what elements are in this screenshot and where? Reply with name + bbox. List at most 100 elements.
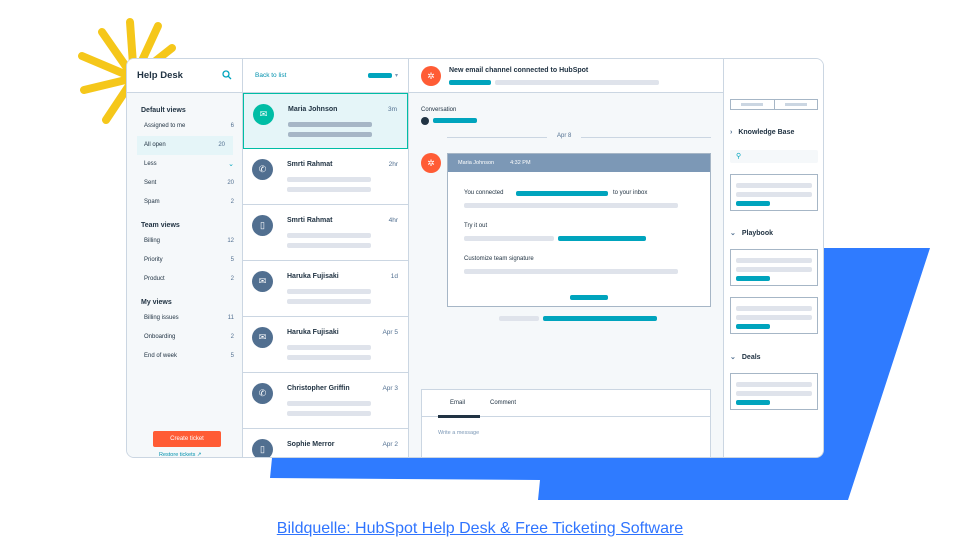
stage: Help Desk Default views Assigned to me 6 … — [0, 0, 960, 540]
knowledge-card[interactable] — [730, 174, 818, 211]
app-title: Help Desk — [137, 70, 183, 81]
ticket-preview-bar — [287, 411, 371, 416]
hubspot-logo-icon: ✲ — [421, 153, 441, 173]
sidebar-item-product[interactable]: Product 2 — [127, 270, 242, 289]
section-title: Playbook — [741, 229, 773, 237]
message-action-bar[interactable] — [570, 295, 608, 300]
help-desk-window: Help Desk Default views Assigned to me 6 … — [126, 58, 824, 458]
sidebar-item-less[interactable]: Less ⌄ — [127, 155, 242, 174]
ticket-row[interactable]: ✆ Smrti Rahmat 2hr — [243, 149, 408, 205]
chevron-down-icon: ⌄ — [228, 161, 234, 168]
tab-email[interactable]: Email — [450, 400, 465, 406]
ticket-name: Smrti Rahmat — [287, 217, 333, 224]
deal-card[interactable] — [730, 373, 818, 410]
conversation-header: ✲ New email channel connected to HubSpot — [409, 59, 816, 93]
channel-bar — [433, 118, 477, 123]
ticket-time: 2hr — [388, 161, 398, 168]
sidebar-item-label: Priority — [144, 257, 163, 263]
conversation-label: Conversation — [421, 107, 457, 113]
ticket-preview-bar — [287, 401, 371, 406]
message-line-2: Try it out — [464, 223, 488, 229]
card-highlight-bar — [736, 276, 770, 281]
section-deals[interactable]: ⌄ Deals — [730, 353, 761, 362]
ticket-row[interactable]: ✉ Maria Johnson 3m — [243, 93, 408, 149]
ticket-name: Haruka Fujisaki — [287, 329, 339, 336]
card-bar — [736, 306, 812, 311]
ticket-time: Apr 5 — [382, 329, 398, 336]
restore-tickets-link[interactable]: Restore tickets ↗ — [159, 452, 202, 458]
ticket-row[interactable]: ✆ Christopher Griffin Apr 3 — [243, 373, 408, 429]
date-label: Apr 8 — [547, 133, 582, 139]
sidebar-item-label: End of week — [144, 353, 178, 359]
ticket-preview-bar — [287, 289, 371, 294]
sidebar-item-count: 2 — [230, 199, 234, 205]
sidebar-item-count: 5 — [230, 257, 234, 263]
right-panel-tabs — [730, 99, 818, 110]
sidebar-item-label: Sent — [144, 180, 157, 186]
ticket-row[interactable]: ✉ Haruka Fujisaki Apr 5 — [243, 317, 408, 373]
sidebar-item-priority[interactable]: Priority 5 — [127, 251, 242, 270]
ticket-preview-bar — [288, 132, 372, 137]
sidebar-item-billing-issues[interactable]: Billing issues 11 — [127, 309, 242, 328]
search-icon[interactable] — [222, 67, 232, 85]
filter-dropdown[interactable]: ▾ — [367, 72, 398, 79]
sidebar-item-billing[interactable]: Billing 12 — [127, 232, 242, 251]
message-text-bar — [464, 236, 554, 241]
message-card: Maria Johnson 4:32 PM You connected to y… — [447, 153, 711, 307]
message-text-bar — [464, 203, 678, 208]
ticket-row[interactable]: ▯ Smrti Rahmat 4hr — [243, 205, 408, 261]
card-bar — [736, 382, 812, 387]
card-bar — [736, 258, 812, 263]
ticket-preview-bar — [287, 299, 371, 304]
restore-tickets-label: Restore tickets — [159, 452, 196, 458]
section-my-views: My views — [141, 299, 172, 306]
reply-bar — [499, 316, 539, 321]
section-knowledge-base[interactable]: › Knowledge Base — [730, 129, 794, 136]
conversation-title: New email channel connected to HubSpot — [449, 67, 589, 74]
create-ticket-button[interactable]: Create ticket — [153, 431, 221, 447]
sidebar-item-label: Product — [144, 276, 165, 282]
ticket-name: Maria Johnson — [288, 106, 338, 113]
sidebar-item-spam[interactable]: Spam 2 — [127, 193, 242, 212]
ticket-preview-bar — [287, 187, 371, 192]
sidebar-item-assigned-to-me[interactable]: Assigned to me 6 — [127, 117, 242, 136]
sidebar-item-end-of-week[interactable]: End of week 5 — [127, 347, 242, 366]
right-panel-tab[interactable] — [773, 100, 818, 109]
ticket-preview-bar — [287, 345, 371, 350]
playbook-card[interactable] — [730, 297, 818, 334]
phone-icon: ✆ — [252, 383, 273, 404]
sidebar-item-onboarding[interactable]: Onboarding 2 — [127, 328, 242, 347]
chat-icon — [421, 117, 429, 125]
section-title: Deals — [741, 353, 761, 361]
search-icon: ⚲ — [736, 153, 742, 160]
sidebar-item-sent[interactable]: Sent 20 — [127, 174, 242, 193]
card-bar — [736, 391, 812, 396]
tab-comment[interactable]: Comment — [490, 400, 516, 406]
email-icon: ✉ — [252, 327, 273, 348]
email-icon: ✉ — [253, 104, 274, 125]
subtitle-bar — [495, 80, 659, 85]
phone-icon: ✆ — [252, 159, 273, 180]
sidebar-item-count: 20 — [218, 142, 225, 148]
ticket-row[interactable]: ▯ Sophie Merror Apr 2 — [243, 429, 408, 457]
ticket-preview-bar — [287, 355, 371, 360]
reply-highlight-bar — [543, 316, 657, 321]
right-panel-tab[interactable] — [731, 100, 774, 109]
ticket-row[interactable]: ✉ Haruka Fujisaki 1d — [243, 261, 408, 317]
sidebar-item-all-open[interactable]: All open 20 — [137, 136, 233, 155]
knowledge-base-search[interactable]: ⚲ — [730, 150, 818, 163]
section-default-views: Default views — [141, 107, 186, 114]
hubspot-logo-icon: ✲ — [421, 66, 441, 86]
message-highlight-bar — [558, 236, 646, 241]
card-highlight-bar — [736, 324, 770, 329]
playbook-card[interactable] — [730, 249, 818, 286]
chevron-down-icon: ▾ — [394, 73, 398, 79]
message-input[interactable]: Write a message — [438, 430, 479, 436]
ticket-time: 4hr — [388, 217, 398, 224]
back-to-list-link[interactable]: Back to list — [255, 72, 286, 79]
image-source-link[interactable]: Bildquelle: HubSpot Help Desk & Free Tic… — [0, 520, 960, 538]
status-bar — [449, 80, 491, 85]
section-playbook[interactable]: ⌄ Playbook — [730, 229, 773, 238]
ticket-name: Sophie Merror — [287, 441, 335, 448]
ticket-time: 1d — [390, 273, 398, 280]
